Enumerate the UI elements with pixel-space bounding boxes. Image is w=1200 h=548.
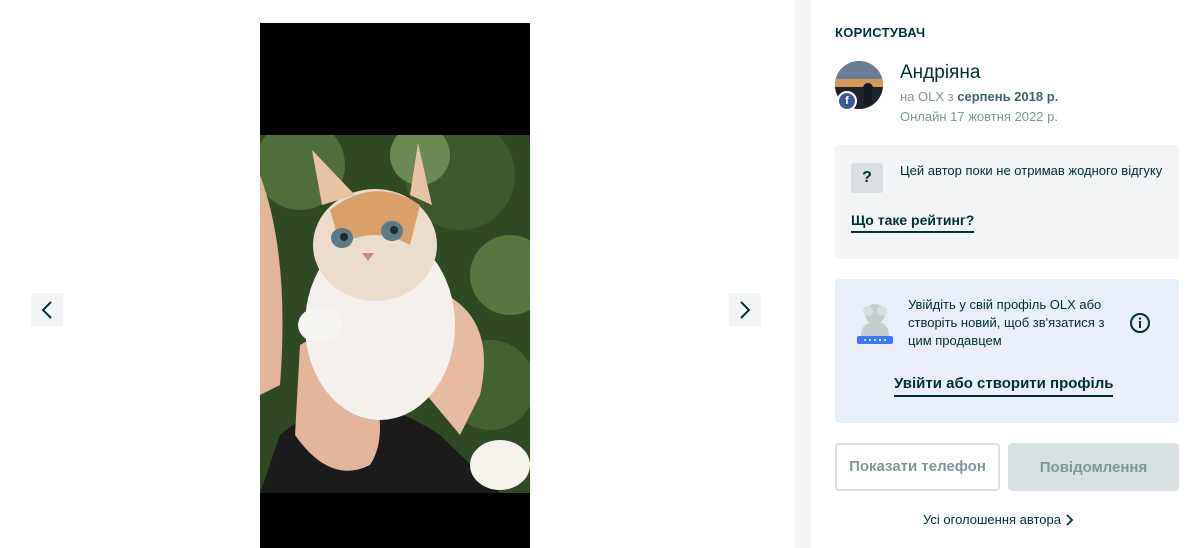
member-since-prefix: на OLX з	[900, 89, 954, 104]
photo-gallery	[0, 0, 795, 548]
previous-photo-button[interactable]	[31, 293, 63, 326]
chevron-right-icon	[740, 300, 751, 319]
next-photo-button[interactable]	[729, 293, 761, 326]
chevron-right-icon	[1066, 513, 1074, 526]
show-phone-button[interactable]: Показати телефон	[835, 443, 1000, 491]
section-title: КОРИСТУВАЧ	[835, 25, 926, 40]
all-author-ads-link[interactable]: Усі оголошення автора	[923, 512, 1075, 527]
photo-frame	[260, 23, 530, 548]
last-online: Онлайн 17 жовтня 2022 р.	[900, 109, 1058, 124]
user-card-icon	[855, 302, 895, 353]
what-is-rating-link[interactable]: Що таке рейтинг?	[851, 212, 975, 233]
member-since: на OLX з серпень 2018 р.	[900, 89, 1058, 104]
chevron-left-icon	[41, 300, 52, 319]
column-divider	[795, 0, 811, 548]
question-icon: ?	[851, 163, 883, 193]
rating-panel: ? Цей автор поки не отримав жодного відг…	[835, 145, 1179, 259]
info-icon[interactable]	[1129, 312, 1151, 339]
message-button[interactable]: Повідомлення	[1008, 443, 1179, 491]
all-ads-label: Усі оголошення автора	[923, 512, 1061, 527]
login-panel: Увійдіть у свій профіль OLX або створіть…	[835, 279, 1179, 423]
seller-sidebar: КОРИСТУВАЧ f Андріяна на OLX з серпень 2…	[811, 0, 1200, 548]
login-or-register-link[interactable]: Увійти або створити профіль	[894, 375, 1114, 397]
kitten-photo[interactable]	[260, 135, 530, 493]
rating-text: Цей автор поки не отримав жодного відгук…	[900, 163, 1163, 178]
user-name: Андріяна	[900, 62, 981, 83]
member-since-date: серпень 2018 р.	[957, 89, 1059, 104]
login-text: Увійдіть у свій профіль OLX або створіть…	[908, 297, 1105, 348]
facebook-icon: f	[837, 91, 857, 111]
